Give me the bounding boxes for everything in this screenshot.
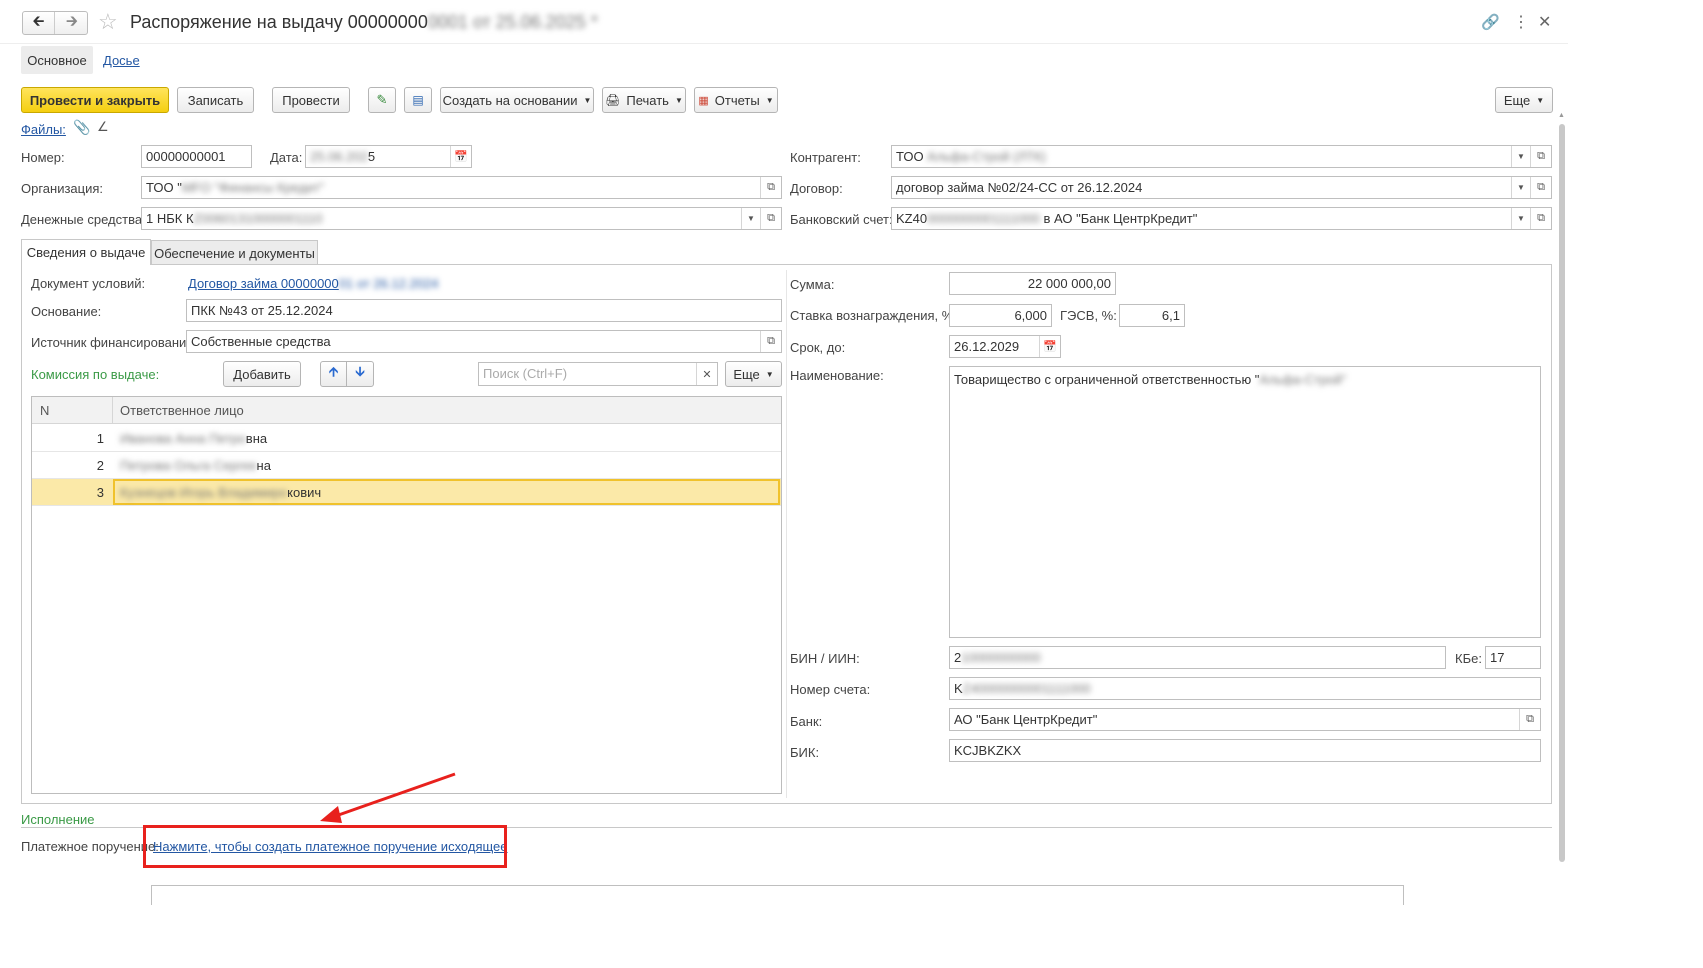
right-edge: [1568, 0, 1703, 968]
bottom-field[interactable]: [151, 885, 1404, 905]
scrollbar-track[interactable]: ▲: [1557, 112, 1567, 872]
annotation-arrow-icon: [320, 772, 456, 823]
scrollbar-thumb[interactable]: [1559, 124, 1565, 862]
scroll-up-icon[interactable]: ▲: [1558, 112, 1565, 119]
tab-issue-info[interactable]: Сведения о выдаче: [21, 239, 151, 265]
